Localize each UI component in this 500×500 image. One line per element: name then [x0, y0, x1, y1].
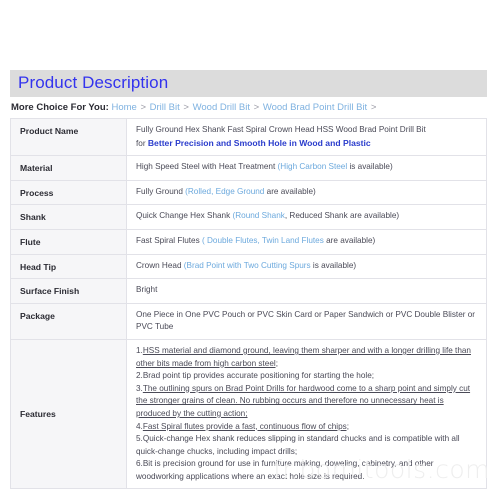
product-description-band: Product Description	[10, 70, 487, 97]
flute-paren-tail: are available)	[323, 235, 376, 245]
row-key-shank: Shank	[10, 204, 127, 230]
process-paren-tail: are available)	[264, 186, 316, 196]
row-value-product-name: Fully Ground Hex Shank Fast Spiral Crown…	[126, 117, 487, 157]
feature-text: Brad point tip provides accurate positio…	[142, 371, 375, 381]
row-key-flute: Flute	[10, 228, 127, 255]
feature-number: 5.	[136, 434, 143, 444]
feature-text: HSS material and diamond ground, leaving…	[136, 345, 471, 368]
shank-paren-tail: , Reduced Shank are available)	[284, 211, 400, 221]
row-value-shank: Quick Change Hex Shank (Round Shank, Red…	[126, 204, 487, 230]
shank-main: Quick Change Hex Shank	[136, 211, 231, 221]
package-main: One Piece in One PVC Pouch or PVC Skin C…	[136, 309, 476, 332]
table-row: Surface Finish Bright	[10, 278, 487, 304]
feature-number: 2.	[136, 371, 143, 381]
product-name-line1: Fully Ground Hex Shank Fast Spiral Crown…	[136, 125, 426, 134]
row-key-surface-finish: Surface Finish	[10, 278, 127, 304]
row-key-process: Process	[10, 179, 127, 206]
head-tip-main: Crown Head	[136, 260, 182, 270]
breadcrumb-item-wood-drill-bit[interactable]: Wood Drill Bit	[193, 102, 250, 113]
breadcrumb-item-drill-bit[interactable]: Drill Bit	[150, 102, 180, 113]
row-value-material: High Speed Steel with Heat Treatment (Hi…	[126, 155, 487, 181]
table-row: Head Tip Crown Head (Brad Point with Two…	[10, 253, 487, 280]
list-item: 3.The outlining spurs on Brad Point Dril…	[136, 383, 480, 421]
breadcrumb-item-home[interactable]: Home	[111, 102, 136, 113]
row-value-process: Fully Ground (Rolled, Edge Ground are av…	[126, 179, 487, 206]
feature-text: The outlining spurs on Brad Point Drills…	[136, 383, 471, 418]
list-item: 2.Brad point tip provides accurate posit…	[136, 370, 480, 383]
list-item: 1.HSS material and diamond ground, leavi…	[136, 345, 480, 370]
material-option-link[interactable]: High Carbon Steel	[280, 162, 347, 171]
material-main: High Speed Steel with Heat Treatment	[136, 162, 276, 172]
row-value-flute: Fast Spiral Flutes ( Double Flutes, Twin…	[126, 228, 487, 255]
breadcrumb-separator: >	[140, 102, 147, 113]
row-value-head-tip: Crown Head (Brad Point with Two Cutting …	[126, 253, 487, 280]
breadcrumb-item-wood-brad-point-drill-bit[interactable]: Wood Brad Point Drill Bit	[263, 102, 367, 113]
breadcrumb: More Choice For You: Home > Drill Bit > …	[11, 102, 377, 114]
table-row: Process Fully Ground (Rolled, Edge Groun…	[10, 179, 487, 206]
table-row: Product Name Fully Ground Hex Shank Fast…	[10, 117, 487, 157]
site-watermark: fr.bomitools.com	[273, 455, 490, 484]
row-key-head-tip: Head Tip	[10, 253, 127, 280]
feature-number: 3.	[136, 383, 143, 393]
specification-table: Product Name Fully Ground Hex Shank Fast…	[10, 117, 487, 490]
feature-text: Quick-change Hex shank reduces slipping …	[136, 434, 460, 456]
product-name-highlight: Better Precision and Smooth Hole in Wood…	[147, 137, 371, 148]
breadcrumb-separator: >	[183, 102, 189, 113]
material-paren-tail: is available)	[347, 162, 393, 172]
process-option-link[interactable]: Rolled, Edge Ground	[188, 187, 264, 196]
head-tip-paren-tail: is available)	[310, 260, 357, 270]
feature-number: 4.	[136, 421, 143, 431]
feature-text: Fast Spiral flutes provide a fast, conti…	[142, 421, 349, 431]
list-item: 4.Fast Spiral flutes provide a fast, con…	[136, 421, 480, 434]
breadcrumb-separator-trailing: >	[370, 102, 377, 113]
flute-main: Fast Spiral Flutes	[136, 235, 200, 245]
head-tip-option-link[interactable]: Brad Point with Two Cutting Spurs	[187, 261, 311, 270]
table-row: Package One Piece in One PVC Pouch or PV…	[10, 302, 487, 340]
row-key-package: Package	[10, 302, 127, 340]
table-row: Flute Fast Spiral Flutes ( Double Flutes…	[10, 228, 487, 255]
row-value-package: One Piece in One PVC Pouch or PVC Skin C…	[126, 302, 487, 340]
surface-finish-main: Bright	[136, 285, 158, 295]
features-label: Features	[20, 409, 56, 420]
table-row: Shank Quick Change Hex Shank (Round Shan…	[10, 204, 487, 230]
page-title: Product Description	[18, 73, 169, 92]
row-value-surface-finish: Bright	[126, 278, 487, 304]
flute-option-link[interactable]: Double Flutes, Twin Land Flutes	[207, 236, 324, 245]
product-name-line2-prefix: for	[136, 138, 148, 148]
table-row: Material High Speed Steel with Heat Trea…	[10, 155, 487, 181]
process-main: Fully Ground	[136, 186, 183, 196]
product-description-page: Product Description More Choice For You:…	[0, 0, 500, 500]
breadcrumb-separator: >	[253, 102, 260, 113]
shank-option-link[interactable]: Round Shank	[235, 211, 285, 220]
feature-number: 1.	[136, 345, 143, 355]
row-key-material: Material	[10, 155, 127, 181]
row-key-product-name: Product Name	[10, 117, 127, 157]
breadcrumb-label: More Choice For You:	[11, 102, 109, 113]
